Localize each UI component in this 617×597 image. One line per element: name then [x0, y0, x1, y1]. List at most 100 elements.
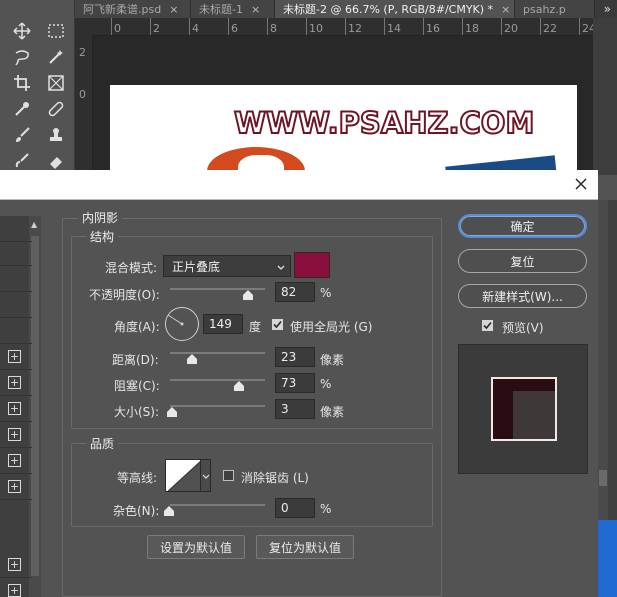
canvas-site-text: WWW.PSAHZ.COM — [233, 105, 535, 141]
tab-label: 阿飞新柔谱.psd — [83, 3, 162, 16]
new-style-button[interactable]: 新建样式(W)... — [458, 284, 587, 308]
close-icon[interactable]: × — [251, 3, 260, 16]
preview-label: 预览(V) — [502, 321, 544, 335]
ruler-tick: 8 — [270, 22, 277, 35]
ruler-tick: 4 — [192, 22, 199, 35]
add-style-icon[interactable]: + — [8, 402, 21, 415]
blend-mode-select[interactable]: 正片叠底 — [163, 255, 291, 277]
distance-unit: 像素 — [320, 353, 345, 367]
add-style-icon[interactable]: + — [8, 480, 21, 493]
lasso-tool-icon[interactable] — [10, 46, 34, 68]
brush-tool-icon[interactable] — [10, 124, 34, 146]
ruler-tick: 0 — [114, 22, 121, 35]
preview-swatch — [491, 377, 557, 441]
crop-tool-icon[interactable] — [10, 72, 34, 94]
vertical-ruler: 2 0 — [75, 36, 93, 175]
add-style-icon[interactable]: + — [8, 454, 21, 467]
anti-alias-checkbox[interactable] — [223, 470, 234, 481]
tab-label: 未标题-2 @ 66.7% (P, RGB/8#/CMYK) * — [283, 3, 494, 16]
choke-unit: % — [320, 377, 332, 391]
ruler-corner — [75, 18, 93, 36]
ruler-tick-line — [540, 18, 541, 35]
shadow-color-swatch[interactable] — [294, 252, 330, 278]
size-label: 大小(S): — [114, 405, 160, 419]
style-list-item[interactable] — [0, 318, 32, 344]
style-list-item[interactable] — [0, 216, 32, 242]
history-brush-tool-icon[interactable] — [10, 150, 34, 172]
ruler-tick: 20 — [504, 22, 518, 35]
preview-checkbox[interactable] — [482, 320, 493, 331]
size-slider-thumb[interactable] — [167, 407, 177, 417]
choke-slider-track[interactable] — [170, 379, 265, 381]
noise-slider-thumb[interactable] — [164, 506, 174, 516]
ruler-tick: 16 — [426, 22, 440, 35]
tab-document-3[interactable]: 未标题-2 @ 66.7% (P, RGB/8#/CMYK) * × — [275, 0, 515, 18]
add-style-icon[interactable]: + — [8, 428, 21, 441]
eyedropper-tool-icon[interactable] — [10, 98, 34, 120]
close-icon[interactable]: × — [169, 3, 178, 16]
ok-button[interactable]: 确定 — [458, 214, 587, 238]
opacity-slider-thumb[interactable] — [243, 290, 253, 300]
healing-tool-icon[interactable] — [44, 98, 68, 120]
angle-dial[interactable] — [165, 307, 199, 341]
use-global-light-checkbox[interactable] — [272, 319, 283, 330]
ruler-tick-line — [423, 18, 424, 35]
chevron-down-icon — [276, 261, 286, 275]
angle-input[interactable]: 149 — [203, 314, 243, 334]
noise-unit: % — [320, 502, 332, 516]
ruler-tick-line — [267, 18, 268, 35]
size-input[interactable]: 3 — [275, 399, 315, 419]
distance-slider-track[interactable] — [170, 352, 265, 354]
angle-label: 角度(A): — [114, 320, 160, 334]
style-list-item[interactable] — [0, 240, 32, 266]
blue-side-strip — [597, 520, 617, 597]
style-preview — [458, 344, 588, 474]
add-style-icon[interactable]: + — [8, 376, 21, 389]
stamp-tool-icon[interactable] — [44, 124, 68, 146]
reset-to-default-button[interactable]: 复位为默认值 — [256, 535, 354, 559]
make-default-button[interactable]: 设置为默认值 — [147, 535, 245, 559]
close-icon[interactable]: × — [501, 3, 510, 16]
use-global-light-label: 使用全局光 (G) — [290, 320, 373, 334]
ruler-tick: 10 — [309, 22, 323, 35]
noise-input[interactable]: 0 — [275, 498, 315, 518]
style-list-item[interactable] — [0, 266, 32, 292]
distance-slider-thumb[interactable] — [187, 354, 197, 364]
opacity-input[interactable]: 82 — [275, 282, 315, 302]
close-icon[interactable] — [572, 175, 590, 193]
opacity-label: 不透明度(O): — [89, 288, 160, 302]
scrollbar-thumb[interactable] — [31, 236, 39, 576]
add-style-icon[interactable]: + — [8, 558, 21, 571]
add-style-icon[interactable]: + — [8, 350, 21, 363]
reset-button[interactable]: 复位 — [458, 249, 587, 273]
ruler-tick-line — [228, 18, 229, 35]
tabs-overflow-icon[interactable]: » — [604, 0, 611, 18]
contour-picker[interactable] — [165, 459, 201, 492]
tab-document-4[interactable]: psahz.p — [515, 0, 595, 18]
scrollbar-thumb[interactable] — [599, 470, 607, 486]
size-slider-track[interactable] — [170, 405, 265, 407]
distance-label: 距离(D): — [112, 353, 159, 367]
angle-unit: 度 — [249, 320, 262, 334]
contour-label: 等高线: — [117, 471, 158, 485]
anti-alias-label: 消除锯齿 (L) — [241, 471, 309, 485]
style-list-item[interactable] — [0, 292, 32, 318]
tab-document-2[interactable]: 未标题-1 × — [191, 0, 275, 18]
choke-input[interactable]: 73 — [275, 373, 315, 393]
add-style-icon[interactable]: + — [8, 584, 21, 597]
canvas-area[interactable]: WWW.PSAHZ.COM — [93, 36, 593, 185]
distance-input[interactable]: 23 — [275, 347, 315, 367]
ruler-tick-line — [384, 18, 385, 35]
choke-slider-thumb[interactable] — [234, 381, 244, 391]
contour-dropdown[interactable] — [201, 459, 211, 492]
ruler-tick: 12 — [348, 22, 362, 35]
ruler-tick-line — [111, 18, 112, 35]
eraser-tool-icon[interactable] — [44, 150, 68, 172]
frame-tool-icon[interactable] — [44, 72, 68, 94]
tab-document-1[interactable]: 阿飞新柔谱.psd × — [75, 0, 191, 18]
magic-wand-tool-icon[interactable] — [44, 46, 68, 68]
move-tool-icon[interactable] — [10, 20, 34, 42]
noise-slider-track[interactable] — [170, 504, 265, 506]
blend-mode-label: 混合模式: — [105, 261, 158, 275]
marquee-tool-icon[interactable] — [44, 20, 68, 42]
